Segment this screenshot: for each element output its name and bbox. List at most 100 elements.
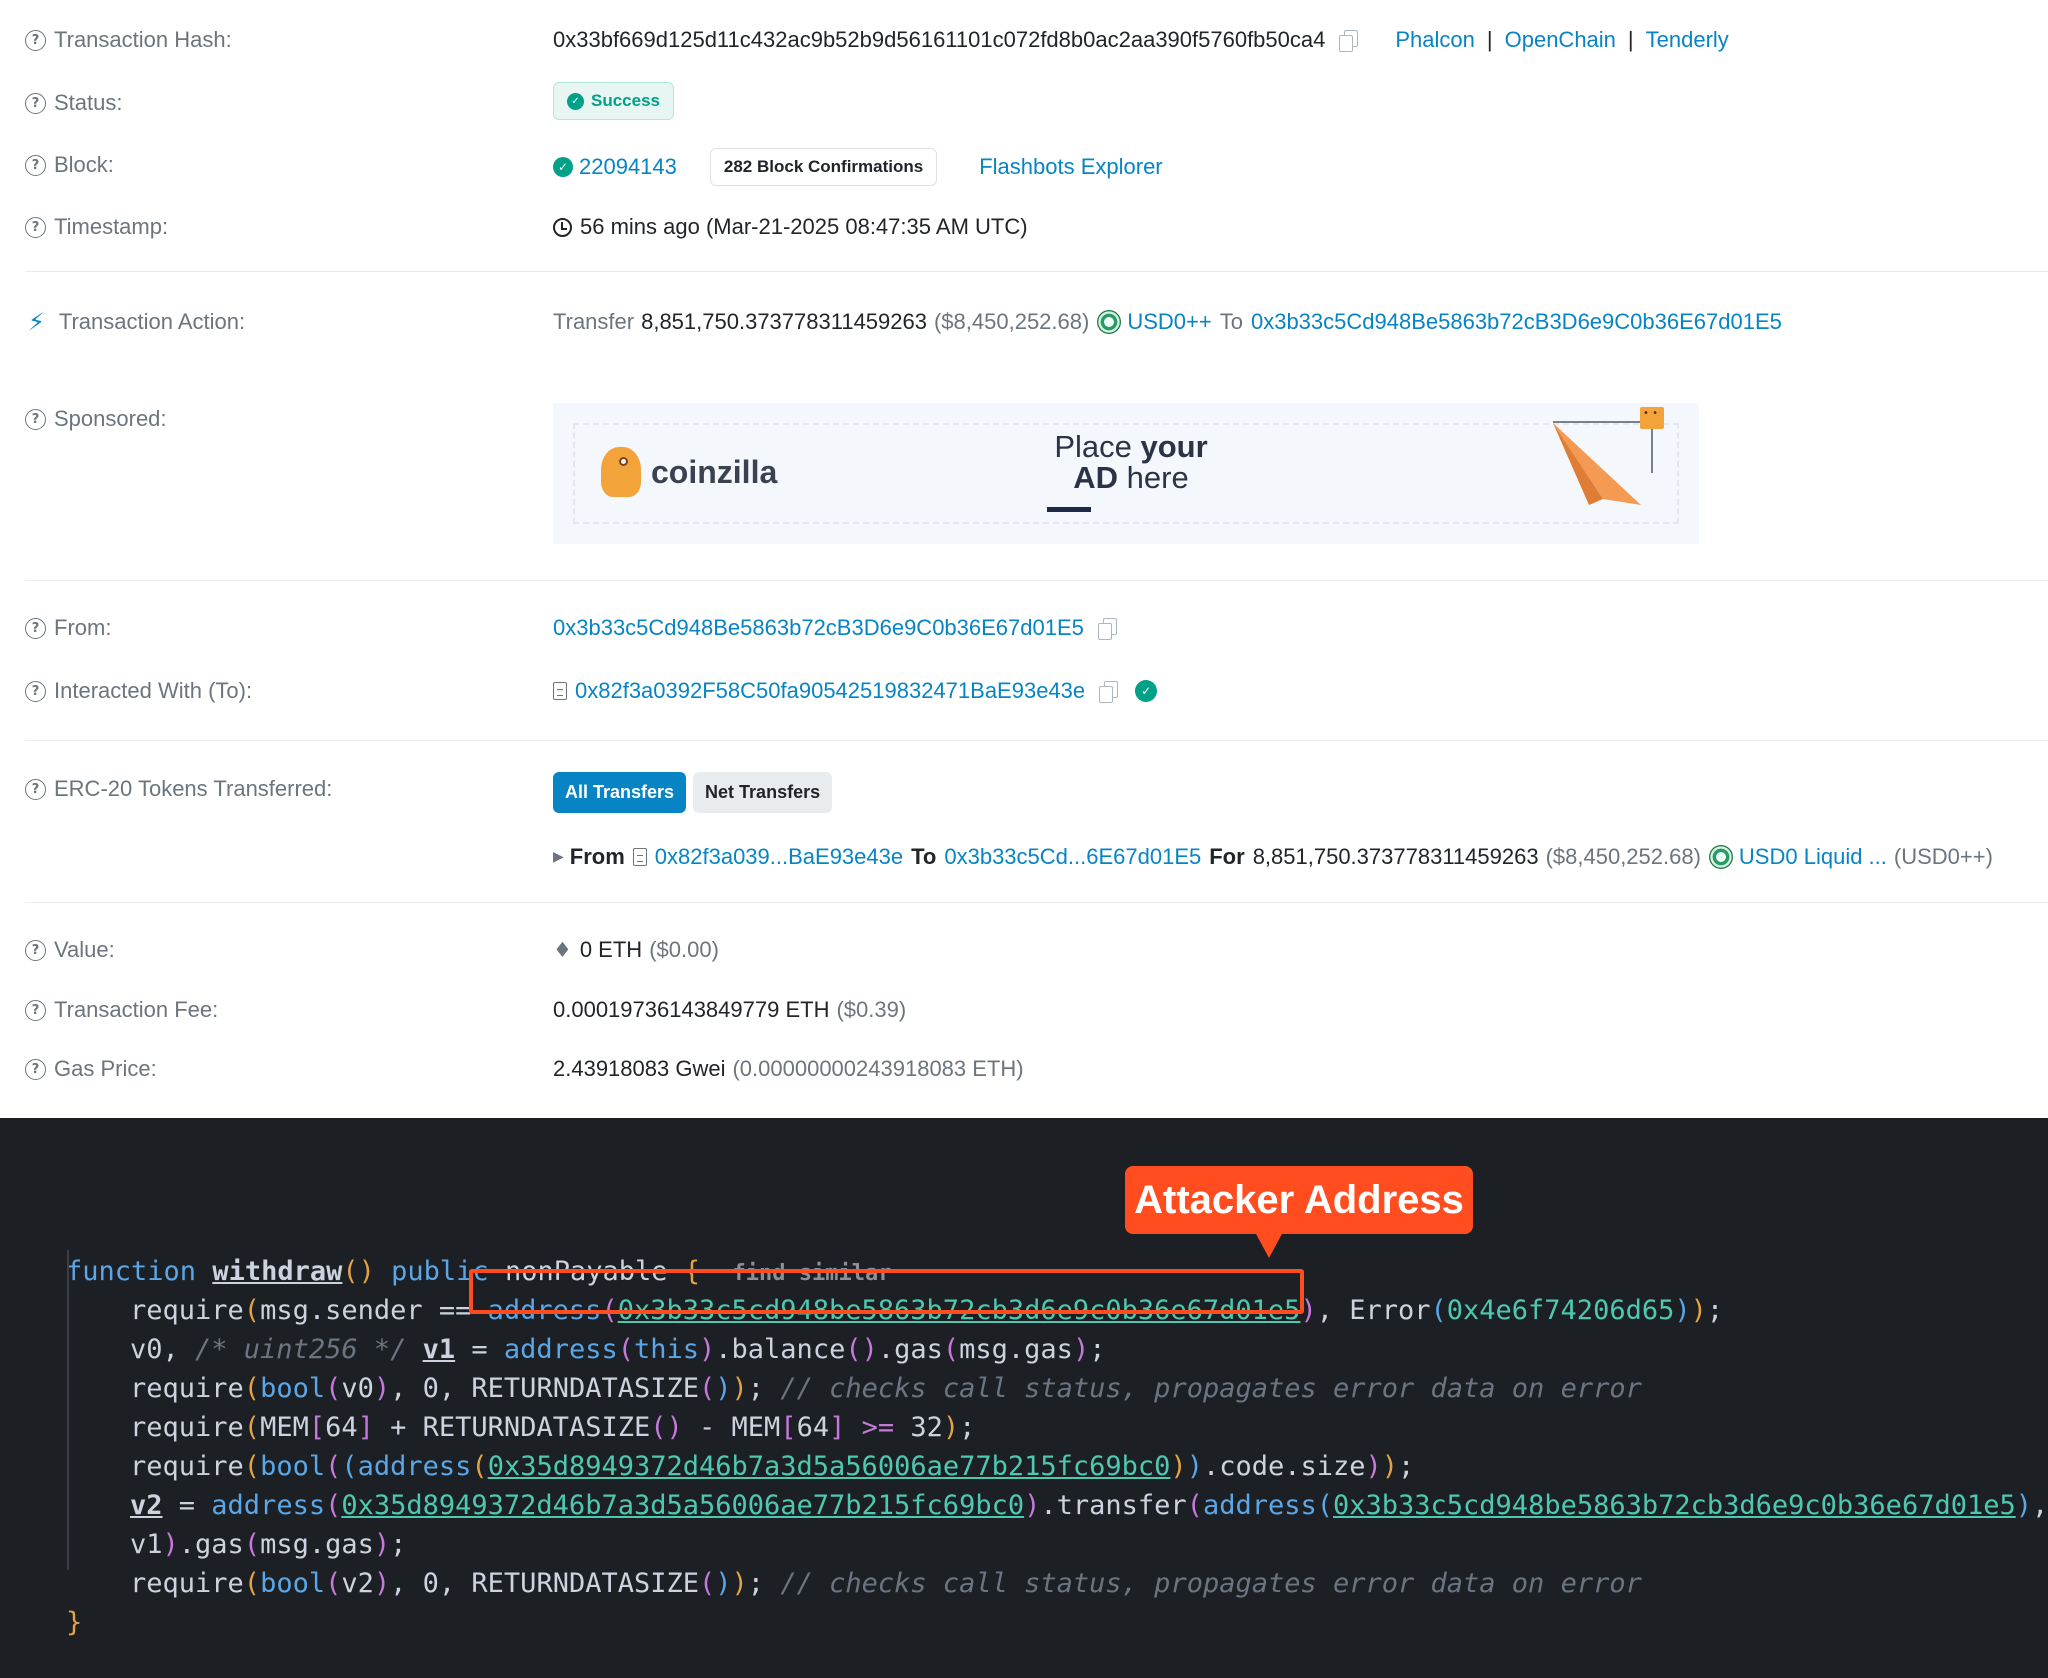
check-circle-icon: ✓ (553, 157, 573, 177)
verified-contract-icon: ✓ (1135, 680, 1158, 702)
code-line-close: } (66, 1607, 83, 1638)
copy-icon[interactable] (1099, 680, 1119, 703)
value-label-wrap: ? Value: (25, 937, 115, 963)
tab-net-transfers[interactable]: Net Transfers (693, 772, 833, 813)
erc20-token-link[interactable]: USD0 Liquid ... (1739, 844, 1887, 870)
tx-hash-row: ? Transaction Hash: 0x33bf669d125d11c432… (0, 22, 2048, 58)
token-contract-address[interactable]: 0x35d8949372d46b7a3d5a56006ae77b215fc69b… (341, 1490, 1024, 1521)
token-contract-address[interactable]: 0x35d8949372d46b7a3d5a56006ae77b215fc69b… (488, 1451, 1171, 1482)
erc20-label: ERC-20 Tokens Transferred: (54, 776, 333, 801)
divider (25, 902, 2048, 903)
action-usd: ($8,450,252.68) (933, 309, 1090, 334)
attacker-address-recipient[interactable]: 0x3b33c5cd948be5863b72cb3d6e9c0b36e67d01… (1333, 1490, 2016, 1521)
to-address-link[interactable]: 0x82f3a0392F58C50fa90542519832471BaE93e4… (575, 678, 1085, 704)
copy-icon[interactable] (1339, 29, 1359, 52)
erc20-to-address-link[interactable]: 0x3b33c5Cd...6E67d01E5 (944, 844, 1201, 870)
question-circle-icon[interactable]: ? (25, 778, 46, 800)
erc20-tabs: All Transfers Net Transfers (553, 772, 833, 813)
erc20-row: ? ERC-20 Tokens Transferred: All Transfe… (0, 772, 2048, 818)
from-value-wrap: 0x3b33c5Cd948Be5863b72cB3D6e9C0b36E67d01… (553, 615, 1117, 641)
code-comment: // checks call status, propagates error … (780, 1568, 1642, 1599)
code-line-transfer: v2 = address(0x35d8949372d46b7a3d5a56006… (130, 1490, 2048, 1521)
erc20-transfer-row: ▶ From 0x82f3a039...BaE93e43e To 0x3b33c… (0, 842, 2048, 876)
action-to-word: To (1219, 309, 1243, 334)
erc20-label-wrap: ? ERC-20 Tokens Transferred: (25, 776, 332, 802)
block-number-link[interactable]: 22094143 (579, 154, 677, 180)
to-value-wrap: 0x82f3a0392F58C50fa90542519832471BaE93e4… (553, 678, 1158, 704)
divider (25, 271, 2048, 272)
tx-hash-label-wrap: ? Transaction Hash: (25, 27, 232, 53)
question-circle-icon[interactable]: ? (25, 680, 46, 702)
value-usd: ($0.00) (649, 937, 719, 962)
action-to-address-link[interactable]: 0x3b33c5Cd948Be5863b72cB3D6e9C0b36E67d01… (1251, 309, 1782, 335)
value-row: ? Value: ♦ 0 ETH ($0.00) (0, 935, 2048, 969)
action-row: ⚡ Transaction Action: Transfer 8,851,750… (0, 306, 2048, 340)
gas-label: Gas Price: (54, 1056, 157, 1081)
coinzilla-logo: coinzilla (601, 447, 777, 497)
ethereum-icon: ♦ (553, 938, 572, 962)
phalcon-link[interactable]: Phalcon (1395, 27, 1475, 53)
sponsored-ad-banner[interactable]: coinzilla Place your AD here (553, 403, 1699, 544)
clock-icon (553, 217, 572, 237)
fee-usd: ($0.39) (836, 997, 907, 1022)
gas-eth: (0.00000000243918083 ETH) (732, 1056, 1024, 1081)
fee-label: Transaction Fee: (54, 997, 219, 1022)
question-circle-icon[interactable]: ? (25, 1058, 46, 1080)
tab-all-transfers[interactable]: All Transfers (553, 772, 687, 813)
from-address-link[interactable]: 0x3b33c5Cd948Be5863b72cB3D6e9C0b36E67d01… (553, 615, 1084, 641)
question-circle-icon[interactable]: ? (25, 939, 46, 961)
copy-icon[interactable] (1097, 617, 1117, 640)
question-circle-icon[interactable]: ? (25, 617, 46, 639)
erc20-amount: 8,851,750.373778311459263 (1252, 844, 1539, 869)
confirmations-badge: 282 Block Confirmations (709, 148, 938, 186)
lightning-icon: ⚡ (28, 308, 45, 336)
ad-cta: Place your AD here (1031, 431, 1231, 493)
sponsored-label: Sponsored: (54, 406, 167, 431)
question-circle-icon[interactable]: ? (25, 29, 46, 51)
ad-paper-plane-icon (1553, 423, 1641, 505)
question-circle-icon[interactable]: ? (25, 92, 46, 114)
action-value-wrap: Transfer 8,851,750.373778311459263 ($8,4… (553, 309, 1782, 335)
decompiled-code-panel: Attacker Address function withdraw() pub… (0, 1118, 2048, 1678)
openchain-link[interactable]: OpenChain (1505, 27, 1616, 53)
code-line-require-v2: require(bool(v2), 0, RETURNDATASIZE()); … (130, 1568, 1642, 1599)
error-code: 0x4e6f74206d65 (1446, 1295, 1675, 1326)
erc20-from-word: From (569, 844, 625, 869)
status-row: ? Status: ✓ Success (0, 82, 2048, 124)
tx-hash-value-wrap: 0x33bf669d125d11c432ac9b52b9d56161101c07… (553, 27, 1729, 53)
erc20-usd: ($8,450,252.68) (1545, 844, 1701, 869)
coinzilla-brand: coinzilla (651, 453, 778, 490)
block-value-wrap: ✓ 22094143 282 Block Confirmations Flash… (553, 148, 1163, 186)
block-row: ? Block: ✓ 22094143 282 Block Confirmati… (0, 146, 2048, 186)
action-token-link[interactable]: USD0++ (1127, 309, 1211, 335)
question-circle-icon[interactable]: ? (25, 154, 46, 176)
ad-cta-line2a: AD (1073, 460, 1119, 495)
block-label-wrap: ? Block: (25, 152, 114, 178)
erc20-from-address-link[interactable]: 0x82f3a039...BaE93e43e (655, 844, 903, 870)
fee-value-wrap: 0.00019736143849779 ETH ($0.39) (553, 997, 906, 1023)
to-label: Interacted With (To): (54, 678, 253, 703)
erc20-transfer-line: ▶ From 0x82f3a039...BaE93e43e To 0x3b33c… (553, 844, 1993, 870)
erc20-to-word: To (911, 844, 937, 869)
action-label-wrap: ⚡ Transaction Action: (28, 308, 245, 336)
tenderly-link[interactable]: Tenderly (1646, 27, 1729, 53)
divider (25, 580, 2048, 581)
timestamp-value: 56 mins ago (Mar-21-2025 08:47:35 AM UTC… (580, 214, 1028, 239)
question-circle-icon[interactable]: ? (25, 408, 46, 430)
flashbots-explorer-link[interactable]: Flashbots Explorer (979, 154, 1162, 180)
document-icon (632, 848, 647, 866)
question-circle-icon[interactable]: ? (25, 999, 46, 1021)
ad-underline (1047, 507, 1091, 512)
from-row: ? From: 0x3b33c5Cd948Be5863b72cB3D6e9C0b… (0, 612, 2048, 646)
value-amount: 0 ETH (579, 937, 643, 962)
callout-tail (1255, 1232, 1283, 1258)
ad-corner-line (1553, 421, 1651, 423)
attacker-address-highlight (469, 1269, 1304, 1314)
link-separator: | (1486, 27, 1493, 52)
caret-right-icon[interactable]: ▶ (553, 849, 564, 865)
indent-guide (67, 1250, 69, 1570)
sponsored-label-wrap: ? Sponsored: (25, 406, 167, 432)
ad-close-icon[interactable] (1640, 407, 1664, 429)
attacker-address-callout: Attacker Address (1125, 1166, 1473, 1234)
question-circle-icon[interactable]: ? (25, 216, 46, 238)
